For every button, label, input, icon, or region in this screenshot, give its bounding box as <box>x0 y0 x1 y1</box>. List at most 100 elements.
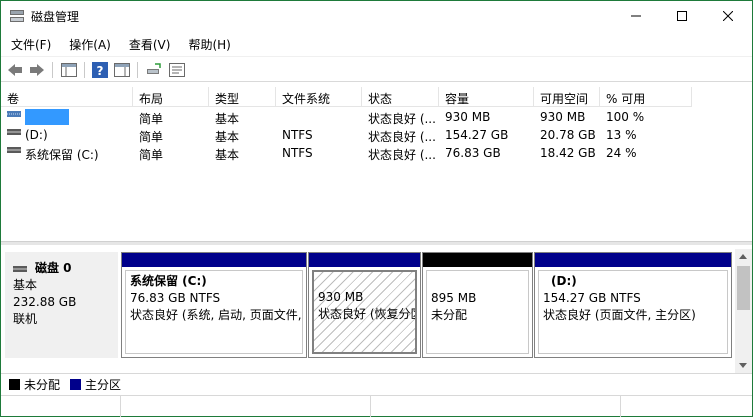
layout-cell: 简单 <box>139 112 164 126</box>
partition-title: (D:) <box>551 274 577 288</box>
maximize-button[interactable] <box>659 1 705 31</box>
arrow-left-icon <box>8 64 22 76</box>
percent-free-cell: 13 % <box>606 128 637 142</box>
disk-info-panel[interactable]: 磁盘 0 基本 232.88 GB 联机 <box>5 252 118 358</box>
back-button[interactable] <box>5 60 25 80</box>
disk-icon <box>13 265 27 272</box>
scrollbar-thumb[interactable] <box>737 266 750 310</box>
column-status[interactable]: 状态 <box>362 87 439 107</box>
volume-icon <box>7 111 21 117</box>
capacity-cell: 930 MB <box>445 110 491 124</box>
help-icon: ? <box>92 62 108 78</box>
partition-bar <box>423 253 532 267</box>
volume-name: (D:) <box>25 128 48 142</box>
legend-bar: 未分配 主分区 <box>1 373 752 395</box>
type-cell: 基本 <box>215 112 240 126</box>
menu-help[interactable]: 帮助(H) <box>178 33 238 55</box>
status-bar <box>1 395 752 417</box>
type-cell: 基本 <box>215 130 240 144</box>
column-free-space[interactable]: 可用空间 <box>534 87 600 107</box>
partition-system-reserved-c[interactable]: 系统保留 (C:) 76.83 GB NTFS 状态良好 (系统, 启动, 页面… <box>121 252 307 358</box>
disk-state: 联机 <box>13 312 38 326</box>
column-layout[interactable]: 布局 <box>133 87 209 107</box>
menu-file[interactable]: 文件(F) <box>1 33 59 55</box>
menu-view[interactable]: 查看(V) <box>119 33 179 55</box>
volume-name: 系统保留 (C:) <box>25 148 99 162</box>
disk-size: 232.88 GB <box>13 295 77 309</box>
show-hide-console-tree-button[interactable] <box>59 60 79 80</box>
action-pane-icon <box>114 63 130 77</box>
partition-size: 154.27 GB NTFS <box>543 291 641 305</box>
type-cell: 基本 <box>215 148 240 162</box>
partition-body: 系统保留 (C:) 76.83 GB NTFS 状态良好 (系统, 启动, 页面… <box>125 270 303 354</box>
menu-action[interactable]: 操作(A) <box>59 33 119 55</box>
scroll-up-icon[interactable] <box>739 254 747 259</box>
status-segment <box>1 396 121 417</box>
filesystem-cell <box>276 108 362 126</box>
toolbar: ? <box>1 56 752 82</box>
volume-name-cell <box>1 108 133 126</box>
volume-icon <box>7 129 21 135</box>
partition-body-selected: 930 MB 状态良好 (恢复分区) <box>312 270 417 354</box>
svg-text:?: ? <box>97 64 104 78</box>
partition-recovery[interactable]: 930 MB 状态良好 (恢复分区) <box>308 252 421 358</box>
forward-button[interactable] <box>27 60 47 80</box>
partition-body: 895 MB 未分配 <box>426 270 529 354</box>
vertical-scrollbar[interactable] <box>735 249 752 373</box>
disk-connect-icon <box>147 63 161 74</box>
partition-bar <box>535 253 731 267</box>
disk-name: 磁盘 0 <box>35 261 72 275</box>
column-filesystem[interactable]: 文件系统 <box>276 87 362 107</box>
show-action-pane-button[interactable] <box>112 60 132 80</box>
volume-name-selected <box>25 109 69 125</box>
scroll-down-icon[interactable] <box>739 363 747 368</box>
partition-status: 状态良好 (系统, 启动, 页面文件, <box>130 308 302 322</box>
maximize-icon <box>677 11 687 21</box>
table-row[interactable]: 简单 基本 状态良好 (... 930 MB 930 MB 100 % <box>1 108 692 126</box>
legend-item-unallocated: 未分配 <box>9 376 60 393</box>
volume-name-cell: 系统保留 (C:) <box>1 144 133 162</box>
percent-free-cell: 24 % <box>606 146 637 160</box>
free-space-cell: 18.42 GB <box>540 146 596 160</box>
connect-disk-button[interactable] <box>144 60 164 80</box>
status-cell: 状态良好 (... <box>368 130 436 144</box>
disk-title: 磁盘 0 <box>13 260 118 277</box>
close-icon <box>723 11 733 21</box>
table-row[interactable]: 系统保留 (C:) 简单 基本 NTFS 状态良好 (... 76.83 GB … <box>1 144 692 162</box>
column-percent-free[interactable]: % 可用 <box>600 87 692 107</box>
partition-bar <box>309 253 420 267</box>
close-button[interactable] <box>705 1 751 31</box>
disk-management-window: 磁盘管理 文件(F) 操作(A) 查看(V) 帮助(H) ? 卷 布局 类型 文… <box>0 0 753 417</box>
title-bar: 磁盘管理 <box>1 1 752 31</box>
free-space-cell: 930 MB <box>540 110 586 124</box>
column-type[interactable]: 类型 <box>209 87 276 107</box>
layout-cell: 简单 <box>139 148 164 162</box>
legend-item-primary: 主分区 <box>70 376 121 393</box>
column-volume[interactable]: 卷 <box>1 87 133 107</box>
disk-type: 基本 <box>13 278 38 292</box>
volume-list-header: 卷 布局 类型 文件系统 状态 容量 可用空间 % 可用 <box>1 87 692 107</box>
capacity-cell: 76.83 GB <box>445 146 501 160</box>
filesystem-cell: NTFS <box>282 146 313 160</box>
console-tree-icon <box>61 63 77 77</box>
partition-size: 895 MB <box>431 291 477 305</box>
column-capacity[interactable]: 容量 <box>439 87 534 107</box>
status-segment <box>121 396 371 417</box>
partition-d[interactable]: (D:) 154.27 GB NTFS 状态良好 (页面文件, 主分区) <box>534 252 732 358</box>
properties-icon <box>169 63 185 77</box>
status-cell: 状态良好 (... <box>368 148 436 162</box>
disk-graphical-pane: 磁盘 0 基本 232.88 GB 联机 系统保留 (C:) 76.83 GB … <box>1 245 752 371</box>
disk-management-app-icon <box>10 10 24 22</box>
minimize-button[interactable] <box>613 1 659 31</box>
legend-label: 未分配 <box>24 378 61 392</box>
properties-button[interactable] <box>167 60 187 80</box>
volume-name-cell: (D:) <box>1 126 133 144</box>
table-row[interactable]: (D:) 简单 基本 NTFS 状态良好 (... 154.27 GB 20.7… <box>1 126 692 144</box>
partition-unallocated[interactable]: 895 MB 未分配 <box>422 252 533 358</box>
help-button[interactable]: ? <box>90 60 110 80</box>
partition-status: 未分配 <box>431 308 468 322</box>
filesystem-cell: NTFS <box>282 128 313 142</box>
partition-status: 状态良好 (恢复分区) <box>318 307 417 321</box>
capacity-cell: 154.27 GB <box>445 128 509 142</box>
primary-swatch <box>70 379 82 390</box>
